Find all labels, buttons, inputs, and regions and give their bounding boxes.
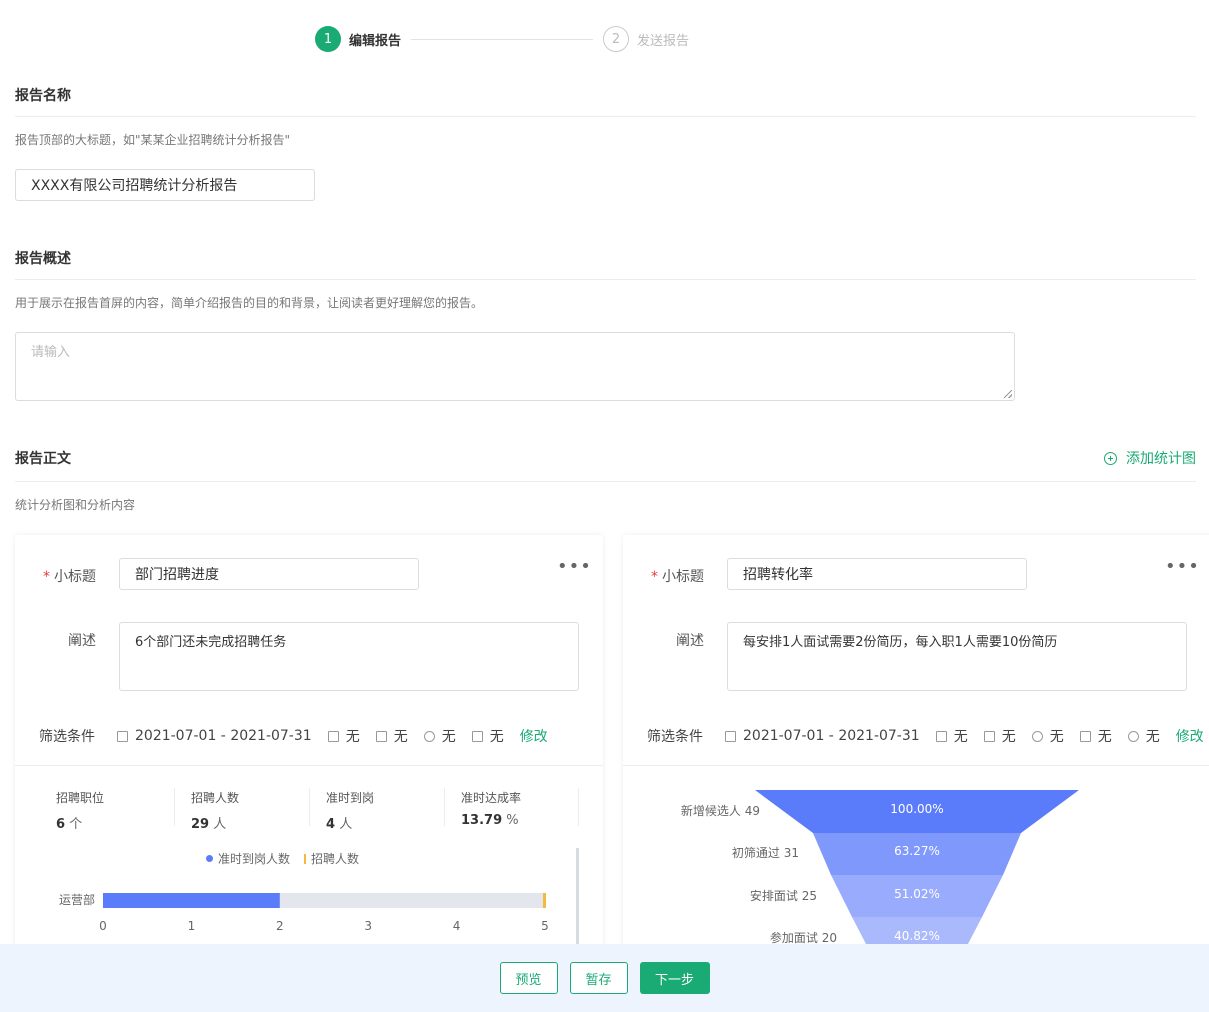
building-icon: [983, 730, 995, 742]
x-tick-label: 1: [188, 919, 196, 933]
overview-placeholder: 请输入: [31, 345, 71, 360]
body-title: 报告正文: [15, 451, 71, 467]
divider: [15, 481, 1196, 482]
date-range[interactable]: 2021-07-01 - 2021-07-31: [725, 728, 920, 744]
description-label: 阐述: [676, 633, 704, 649]
preview-button[interactable]: 预览: [499, 962, 558, 994]
filter-value: 无: [327, 726, 360, 746]
filter-value: 无: [471, 726, 504, 746]
x-tick-label: 2: [276, 919, 284, 933]
description-label: 阐述: [68, 633, 96, 649]
filter-value: 无: [1031, 726, 1064, 746]
overview-textarea[interactable]: 请输入: [15, 332, 1015, 401]
stat-positions: 招聘职位 6 个: [56, 791, 105, 832]
funnel-percent: 51.02%: [894, 887, 940, 901]
overview-title: 报告概述: [15, 251, 71, 267]
bar-category-label: 运营部: [59, 892, 95, 907]
body-hint: 统计分析图和分析内容: [15, 498, 136, 512]
funnel-percent: 40.82%: [894, 929, 940, 943]
legend-on-time: 准时到岗人数: [218, 852, 291, 866]
report-name-title: 报告名称: [15, 88, 71, 104]
bar-on-time: [103, 893, 280, 908]
funnel-label: 安排面试 25: [749, 889, 817, 903]
stat-separator: [174, 788, 175, 826]
badge-icon: [471, 730, 483, 742]
user-icon: [1031, 730, 1043, 742]
divider: [15, 279, 1196, 280]
resize-grip-icon[interactable]: [1004, 390, 1012, 398]
next-step-button[interactable]: 下一步: [639, 962, 710, 994]
steps-indicator: 1 编辑报告 2 发送报告: [315, 26, 689, 52]
subtitle-input[interactable]: 部门招聘进度: [119, 558, 419, 590]
x-tick-label: 3: [364, 919, 372, 933]
date-range[interactable]: 2021-07-01 - 2021-07-31: [117, 728, 312, 744]
funnel-label: 初筛通过 31: [731, 846, 799, 860]
bar-hired-marker: [543, 893, 546, 908]
subtitle-input[interactable]: 招聘转化率: [727, 558, 1027, 590]
plus-circle-icon: [1104, 451, 1117, 465]
divider: [15, 116, 1196, 117]
filter-label: 筛选条件: [39, 729, 95, 745]
step-connector: [411, 38, 594, 40]
x-tick-label: 5: [541, 919, 549, 933]
stat-on-time: 准时到岗 4 人: [326, 791, 375, 832]
filter-value: 无: [423, 726, 456, 746]
layers-icon: [935, 730, 947, 742]
filter-value: 无: [1079, 726, 1112, 746]
report-name-hint: 报告顶部的大标题，如"某某企业招聘统计分析报告": [15, 133, 291, 147]
save-draft-button[interactable]: 暂存: [569, 962, 628, 994]
overview-hint: 用于展示在报告首屏的内容，简单介绍报告的目的和背景，让阅读者更好理解您的报告。: [15, 296, 484, 310]
legend-hired: 招聘人数: [311, 852, 360, 866]
filter-value: 无: [983, 726, 1016, 746]
modify-link[interactable]: 修改: [1176, 726, 1204, 746]
add-chart-label: 添加统计图: [1126, 451, 1196, 467]
step-2-circle: 2: [603, 26, 630, 52]
x-tick-label: 4: [453, 919, 461, 933]
chart-legend: 准时到岗人数 招聘人数: [206, 850, 359, 867]
more-icon[interactable]: •••: [557, 558, 592, 576]
subtitle-label: * 小标题: [43, 569, 96, 585]
stat-hires: 招聘人数 29 人: [191, 791, 240, 832]
calendar-icon: [117, 730, 128, 742]
step-2-label: 发送报告: [637, 33, 690, 49]
calendar-icon: [725, 730, 736, 742]
description-textarea[interactable]: 6个部门还未完成招聘任务: [119, 622, 579, 691]
report-name-input[interactable]: XXXX有限公司招聘统计分析报告: [15, 169, 315, 201]
funnel-percent: 63.27%: [894, 844, 940, 858]
subtitle-label: * 小标题: [651, 569, 704, 585]
layers-icon: [327, 730, 339, 742]
modify-link[interactable]: 修改: [520, 726, 548, 746]
filter-value: 无: [1127, 726, 1160, 746]
card-divider: [15, 765, 603, 766]
cube-icon: [1127, 730, 1139, 742]
filter-row: 筛选条件 2021-07-01 - 2021-07-31 无 无 无 无 修改: [39, 726, 548, 746]
bottom-action-bar: 预览 暂存 下一步: [0, 944, 1209, 1012]
user-icon: [423, 730, 435, 742]
funnel-percent: 100.00%: [890, 802, 944, 816]
step-1-circle: 1: [315, 26, 341, 52]
filter-row: 筛选条件 2021-07-01 - 2021-07-31 无 无 无 无 无 修…: [647, 726, 1204, 746]
badge-icon: [1079, 730, 1091, 742]
stat-separator: [444, 788, 445, 826]
stat-separator: [578, 788, 579, 826]
x-tick-label: 0: [99, 919, 107, 933]
more-icon[interactable]: •••: [1165, 558, 1200, 576]
funnel-label: 新增候选人 49: [680, 804, 760, 818]
filter-label: 筛选条件: [647, 729, 703, 745]
card-divider: [623, 765, 1209, 766]
description-textarea[interactable]: 每安排1人面试需要2份简历，每入职1人需要10份简历: [727, 622, 1187, 691]
filter-value: 无: [935, 726, 968, 746]
scrollbar[interactable]: [576, 848, 579, 944]
add-chart-button[interactable]: 添加统计图: [1104, 448, 1196, 468]
legend-dot-icon: [206, 855, 213, 862]
building-icon: [375, 730, 387, 742]
filter-value: 无: [375, 726, 408, 746]
department-bar-chart: 运营部 0 1 2 3 4 5: [59, 892, 549, 933]
step-1-label: 编辑报告: [349, 33, 402, 49]
legend-bar-icon: [304, 853, 307, 864]
stat-separator: [309, 788, 310, 826]
stat-rate: 准时达成率 13.79 %: [461, 791, 522, 828]
